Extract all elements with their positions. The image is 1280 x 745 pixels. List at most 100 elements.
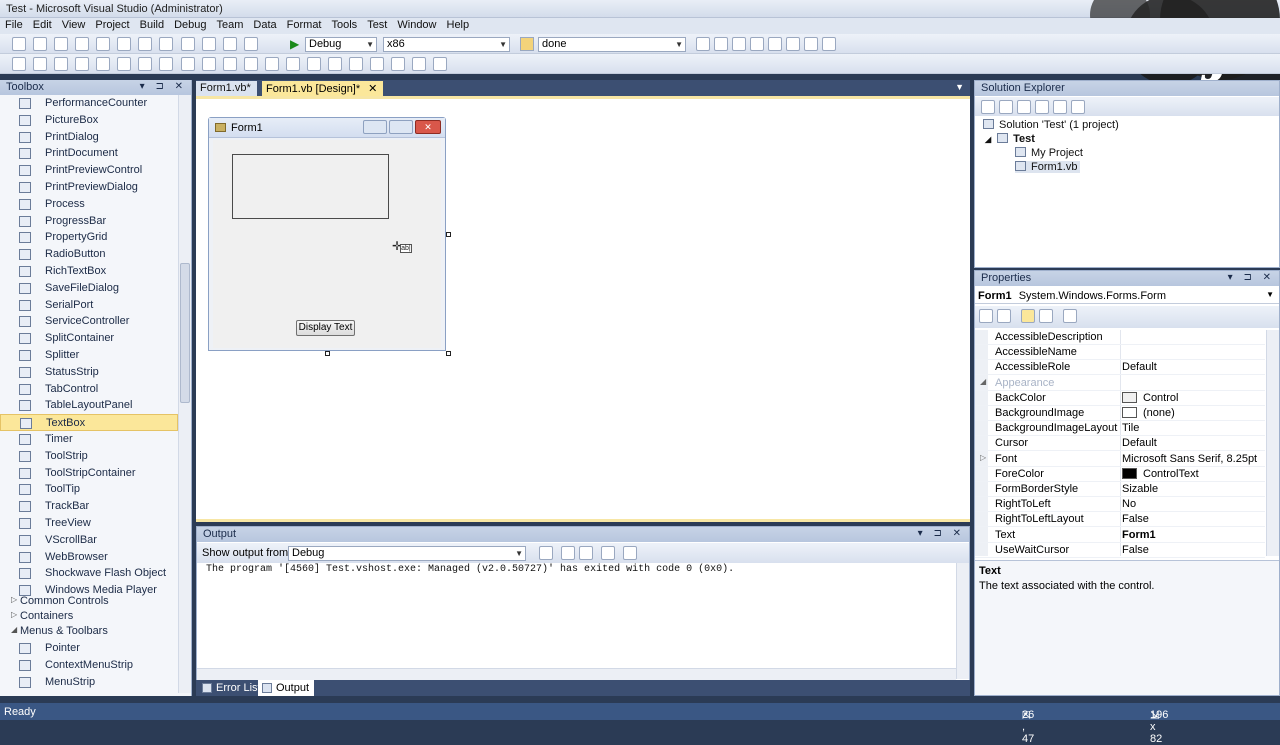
property-value-cell[interactable]: Control [1122, 391, 1178, 404]
make-same-width-icon[interactable] [159, 57, 174, 71]
find-message-icon[interactable] [539, 546, 553, 560]
menu-build[interactable]: Build [135, 18, 169, 31]
toolbox-item[interactable]: PictureBox [0, 112, 178, 129]
toolbar-options-icon[interactable] [822, 37, 836, 51]
toolbox-item[interactable]: PrintPreviewDialog [0, 179, 178, 196]
refresh-icon[interactable] [1017, 100, 1031, 114]
properties-window-icon[interactable] [714, 37, 728, 51]
property-row[interactable]: AccessibleName [975, 345, 1265, 361]
property-value-cell[interactable]: (none) [1122, 407, 1175, 419]
property-row[interactable]: ▷ Font Microsoft Sans Serif, 8.25pt [975, 452, 1265, 467]
property-row[interactable]: AccessibleRole Default [975, 360, 1265, 376]
toolbox-item[interactable]: SerialPort [0, 297, 178, 314]
object-browser-icon[interactable] [732, 37, 746, 51]
toolbox-scrollbar[interactable] [178, 95, 191, 693]
view-code-icon[interactable] [1035, 100, 1049, 114]
toolbox-window-controls[interactable]: ▾ ⊐ ✕ [140, 81, 187, 92]
property-value-cell[interactable]: Microsoft Sans Serif, 8.25pt [1122, 453, 1257, 465]
resize-handle-right[interactable] [446, 232, 451, 237]
property-row[interactable]: Text Form1 [975, 528, 1265, 543]
undo-icon[interactable] [180, 37, 195, 51]
tree-node-my-project[interactable]: My Project [1015, 147, 1083, 159]
bring-to-front-icon[interactable] [391, 57, 406, 71]
properties-object-select[interactable]: Form1 System.Windows.Forms.Form ▼ [975, 287, 1279, 304]
property-expand-icon[interactable]: ◢ [980, 377, 986, 386]
property-row[interactable]: Cursor Default [975, 436, 1265, 452]
toolbox-item[interactable]: TabControl [0, 381, 178, 398]
property-row[interactable]: BackgroundImageLayout Tile [975, 421, 1265, 437]
toolbox-item[interactable]: RichTextBox [0, 263, 178, 280]
align-rights-icon[interactable] [75, 57, 90, 71]
toolbox-item[interactable]: ToolStripContainer [0, 465, 178, 482]
property-value-cell[interactable]: Sizable [1122, 483, 1158, 495]
start-page-icon[interactable] [768, 37, 782, 51]
toolbox-group[interactable]: ◢ Menus & Toolbars [0, 624, 178, 639]
cut-icon[interactable] [117, 37, 132, 51]
close-tab-icon[interactable]: ✕ [368, 83, 377, 95]
menu-view[interactable]: View [57, 18, 91, 31]
output-source-select[interactable]: Debug ▼ [288, 546, 526, 561]
menu-team[interactable]: Team [212, 18, 249, 31]
property-row[interactable]: RightToLeft No [975, 497, 1265, 513]
property-value-cell[interactable]: Tile [1122, 422, 1139, 434]
property-value-cell[interactable]: False [1122, 544, 1149, 556]
properties-scrollbar[interactable] [1266, 330, 1279, 556]
menu-file[interactable]: File [0, 18, 28, 31]
tree-node-solution[interactable]: Solution 'Test' (1 project) [983, 119, 1119, 131]
open-file-icon[interactable] [54, 37, 69, 51]
solution-config-select[interactable]: Debug ▼ [305, 37, 377, 52]
next-message-icon[interactable] [579, 546, 593, 560]
property-expand-icon[interactable]: ▷ [980, 453, 986, 462]
save-icon[interactable] [75, 37, 90, 51]
toolbox-item[interactable]: TextBox [0, 414, 178, 432]
property-row[interactable]: BackColor Control [975, 391, 1265, 406]
align-lefts-icon[interactable] [33, 57, 48, 71]
toolbox-item[interactable]: ToolStrip [0, 448, 178, 465]
toolbox-item[interactable]: TreeView [0, 515, 178, 532]
events-lightning-icon[interactable] [1039, 309, 1053, 323]
menu-edit[interactable]: Edit [28, 18, 57, 31]
word-wrap-icon[interactable] [623, 546, 637, 560]
output-window-controls[interactable]: ▾ ⊐ ✕ [918, 528, 965, 539]
tree-node-form1[interactable]: Form1.vb [1015, 161, 1081, 173]
copy-icon[interactable] [138, 37, 153, 51]
tab-error-list[interactable]: Error List [198, 680, 266, 696]
toolbox-item[interactable]: SaveFileDialog [0, 280, 178, 297]
property-row[interactable]: AccessibleDescription [975, 330, 1265, 345]
toolbox-item[interactable]: WebBrowser [0, 549, 178, 566]
show-all-files-icon[interactable] [999, 100, 1013, 114]
properties-view-icon[interactable] [1021, 309, 1035, 323]
property-row[interactable]: BackgroundImage (none) [975, 406, 1265, 421]
property-value-cell[interactable]: No [1122, 498, 1136, 510]
redo-icon[interactable] [201, 37, 216, 51]
increase-spacing-icon[interactable] [264, 57, 279, 71]
menu-help[interactable]: Help [442, 18, 475, 31]
make-same-size-icon[interactable] [201, 57, 216, 71]
find-combo[interactable]: done ▼ [538, 37, 686, 52]
previous-message-icon[interactable] [561, 546, 575, 560]
center-horizontally-icon[interactable] [349, 57, 363, 71]
tab-form1-code[interactable]: Form1.vb* [196, 81, 257, 96]
toolbox-item[interactable]: StatusStrip [0, 364, 178, 381]
expand-arrow-icon[interactable]: ◢ [985, 135, 991, 144]
center-vertically-icon[interactable] [370, 57, 385, 71]
textbox-drag-rectangle[interactable] [232, 154, 389, 219]
send-to-back-icon[interactable] [412, 57, 427, 71]
toolbox-item[interactable]: Splitter [0, 347, 178, 364]
toolbox-item[interactable]: TableLayoutPanel [0, 397, 178, 414]
property-value-cell[interactable]: Form1 [1122, 529, 1156, 541]
property-row[interactable]: RightToLeftLayout False [975, 512, 1265, 528]
tab-order-icon[interactable] [433, 57, 448, 71]
toolbox-item[interactable]: VScrollBar [0, 532, 178, 549]
toolbox-item[interactable]: PrintDocument [0, 145, 178, 162]
toolbox-item[interactable]: Shockwave Flash Object [0, 565, 178, 582]
clear-all-icon[interactable] [601, 546, 615, 560]
navigate-backward-icon[interactable] [222, 37, 237, 51]
property-value-cell[interactable]: ControlText [1122, 467, 1199, 480]
toolbox-group[interactable]: ▷ Containers [0, 609, 178, 624]
form1-window[interactable]: Form1 ✕ Display Text [208, 117, 446, 351]
tab-output[interactable]: Output [258, 680, 315, 696]
toolbox-icon[interactable] [750, 37, 764, 51]
toolbox-item[interactable]: TrackBar [0, 498, 178, 515]
property-row[interactable]: ForeColor ControlText [975, 467, 1265, 482]
